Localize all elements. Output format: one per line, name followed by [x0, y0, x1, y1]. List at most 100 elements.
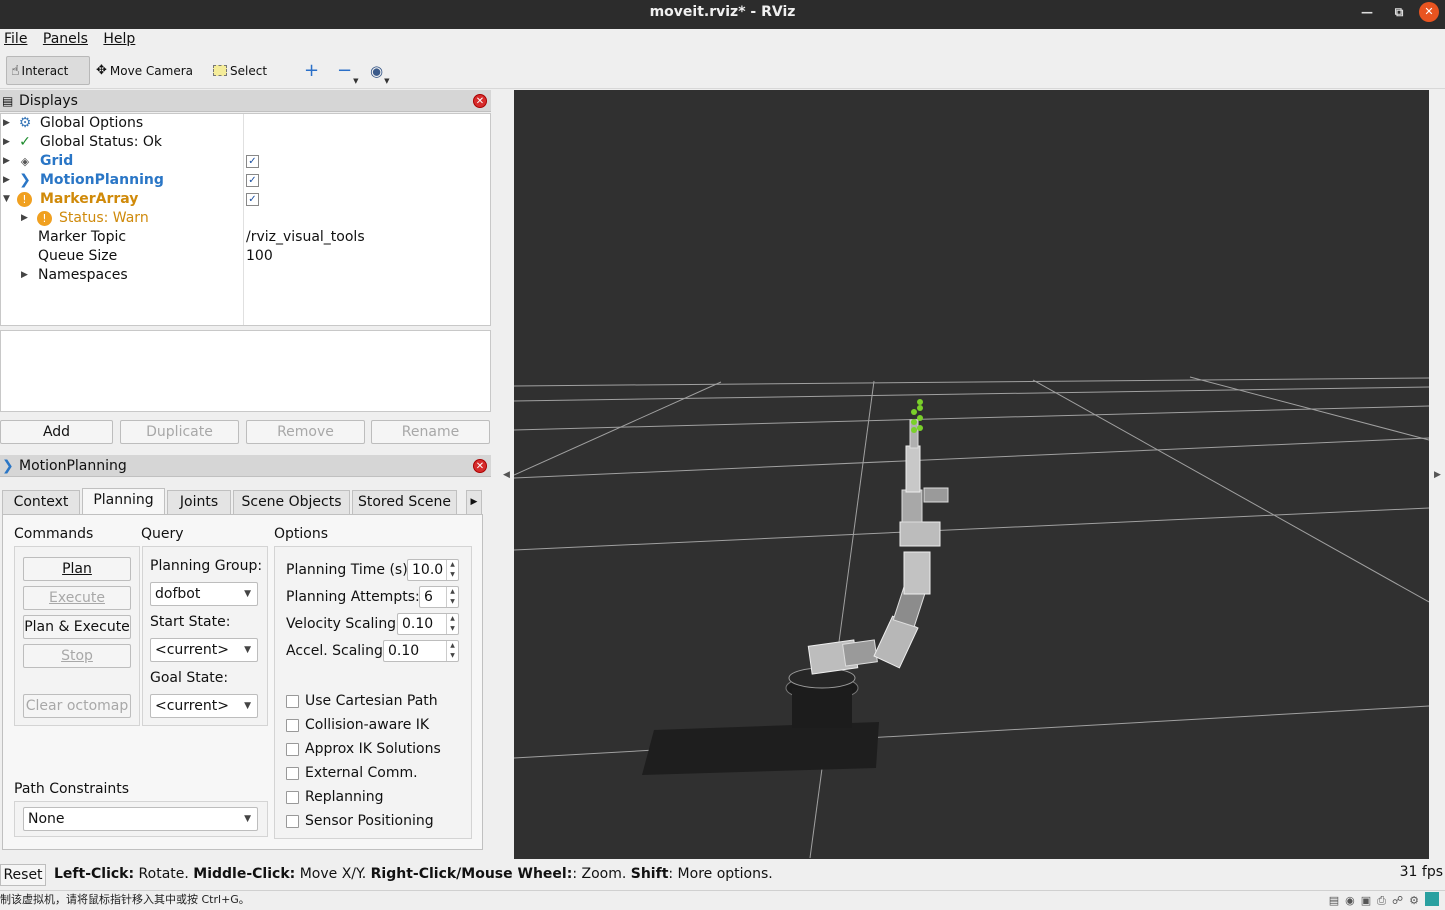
collapse-right-icon[interactable]: ▶	[1434, 470, 1441, 480]
warning-icon: !	[17, 192, 32, 207]
replanning-checkbox[interactable]: Replanning	[286, 789, 383, 805]
tab-context[interactable]: Context	[2, 490, 80, 514]
tree-row-markerarray[interactable]: ▼ ! MarkerArray ✓	[1, 190, 490, 209]
displays-title: Displays	[19, 93, 78, 109]
clear-octomap-button[interactable]: Clear octomap	[23, 694, 131, 718]
plan-execute-button[interactable]: Plan & Execute	[23, 615, 131, 639]
sensor-positioning-checkbox[interactable]: Sensor Positioning	[286, 813, 434, 829]
accel-scaling-input[interactable]: 0.10 ▲ ▼	[383, 640, 459, 662]
menubar: File Panels Help	[0, 29, 1445, 51]
spin-arrows-icon[interactable]: ▲ ▼	[446, 641, 458, 661]
expand-arrow-icon[interactable]: ▶	[3, 171, 10, 190]
planning-time-input[interactable]: 10.0 ▲ ▼	[407, 559, 459, 581]
tab-scroll-right-icon[interactable]: ▶	[466, 490, 482, 514]
expand-arrow-icon[interactable]: ▶	[3, 133, 10, 152]
approx-ik-solutions-checkbox[interactable]: Approx IK Solutions	[286, 741, 441, 757]
close-icon[interactable]: ✕	[1419, 2, 1439, 22]
tab-planning[interactable]: Planning	[82, 488, 165, 515]
fps-counter: 31 fps	[1399, 864, 1443, 880]
vm-hint-bar: 制该虚拟机，请将鼠标指针移入其中或按 Ctrl+G。 ▤ ◉ ▣ ⎙ ☍ ⚙	[0, 890, 1445, 909]
collapse-arrow-icon[interactable]: ▼	[3, 190, 10, 209]
menu-file[interactable]: File	[0, 29, 34, 47]
displays-panel-header: ▤ Displays ✕	[0, 90, 491, 112]
planning-attempts-label: Planning Attempts:	[286, 589, 420, 605]
close-icon[interactable]: ✕	[473, 459, 487, 473]
expand-arrow-icon[interactable]: ▶	[21, 209, 28, 228]
path-constraints-select[interactable]: None ▼	[23, 807, 258, 831]
plan-button[interactable]: Plan	[23, 557, 131, 581]
grid-enabled-checkbox[interactable]: ✓	[246, 155, 259, 168]
monitor-icon: ▤	[2, 94, 14, 108]
tab-scene-objects[interactable]: Scene Objects	[233, 490, 350, 514]
tree-row-namespaces[interactable]: ▶ Namespaces	[1, 266, 490, 285]
rename-button[interactable]: Rename	[371, 420, 490, 444]
select-icon	[213, 65, 227, 76]
duplicate-button[interactable]: Duplicate	[120, 420, 239, 444]
vm-hint-text: 制该虚拟机，请将鼠标指针移入其中或按 Ctrl+G。	[0, 893, 250, 906]
hdd-icon[interactable]: ▤	[1329, 892, 1339, 910]
close-icon[interactable]: ✕	[473, 94, 487, 108]
render-viewport[interactable]	[513, 90, 1430, 859]
add-tool-button[interactable]: +	[300, 56, 323, 85]
motionplanning-enabled-checkbox[interactable]: ✓	[246, 174, 259, 187]
usb-icon[interactable]: ☍	[1392, 892, 1403, 910]
tree-row-marker-topic[interactable]: Marker Topic /rviz_visual_tools	[1, 228, 490, 247]
planning-attempts-input[interactable]: 6 ▲ ▼	[419, 586, 459, 608]
minimize-icon[interactable]: —	[1351, 0, 1383, 24]
select-tool[interactable]: Select	[209, 56, 271, 85]
stop-button[interactable]: Stop	[23, 644, 131, 668]
execute-button[interactable]: Execute	[23, 586, 131, 610]
menu-help[interactable]: Help	[99, 29, 142, 47]
tree-row-motionplanning[interactable]: ▶ ❯ MotionPlanning ✓	[1, 171, 490, 190]
tab-stored-scene[interactable]: Stored Scene	[352, 490, 457, 514]
tree-row-status-warn[interactable]: ▶ ! Status: Warn	[1, 209, 490, 228]
interact-tool[interactable]: ☝ Interact	[6, 56, 90, 85]
grid-icon: ◈	[20, 155, 30, 168]
external-comm-checkbox[interactable]: External Comm.	[286, 765, 418, 781]
add-button[interactable]: Add	[0, 420, 113, 444]
markerarray-enabled-checkbox[interactable]: ✓	[246, 193, 259, 206]
printer-icon[interactable]: ⎙	[1377, 892, 1386, 910]
spin-arrows-icon[interactable]: ▲ ▼	[446, 587, 458, 607]
chevron-down-icon: ▼	[244, 589, 251, 599]
tree-row-grid[interactable]: ▶ ◈ Grid ✓	[1, 152, 490, 171]
settings-icon[interactable]: ⚙	[1409, 892, 1419, 910]
velocity-scaling-input[interactable]: 0.10 ▲ ▼	[397, 613, 459, 635]
collision-aware-ik-checkbox[interactable]: Collision-aware IK	[286, 717, 429, 733]
use-cartesian-path-checkbox[interactable]: Use Cartesian Path	[286, 693, 438, 709]
start-state-select[interactable]: <current> ▼	[150, 638, 258, 662]
status-bar: Reset Left-Click: Rotate. Middle-Click: …	[0, 862, 1445, 888]
maximize-icon[interactable]: ⧉	[1383, 0, 1415, 24]
queue-size-value[interactable]: 100	[246, 247, 273, 266]
remove-tool-button[interactable]: − ▼	[333, 56, 362, 85]
collapse-left-icon[interactable]: ◀	[503, 470, 510, 480]
expand-arrow-icon[interactable]: ▶	[3, 114, 10, 133]
spin-arrows-icon[interactable]: ▲ ▼	[446, 560, 458, 580]
spin-arrows-icon[interactable]: ▲ ▼	[446, 614, 458, 634]
tab-joints[interactable]: Joints	[167, 490, 231, 514]
planning-group-select[interactable]: dofbot ▼	[150, 582, 258, 606]
motionplanning-icon: ❯	[2, 458, 14, 474]
tree-row-queue-size[interactable]: Queue Size 100	[1, 247, 490, 266]
view-eye-icon[interactable]: ◉ ▼	[366, 56, 393, 86]
cd-icon[interactable]: ◉	[1345, 892, 1355, 910]
warning-icon: !	[37, 211, 52, 226]
motionplanning-panel-header: ❯ MotionPlanning ✕	[0, 455, 491, 477]
reset-button[interactable]: Reset	[0, 864, 46, 886]
move-camera-tool[interactable]: ✥ Move Camera	[92, 56, 197, 85]
expand-arrow-icon[interactable]: ▶	[3, 152, 10, 171]
tree-row-global-options[interactable]: ▶ ⚙ Global Options	[1, 114, 490, 133]
commands-label: Commands	[14, 526, 94, 542]
marker-topic-value[interactable]: /rviz_visual_tools	[246, 228, 365, 247]
menu-panels[interactable]: Panels	[39, 29, 95, 47]
camera-move-icon: ✥	[96, 63, 107, 78]
remove-button[interactable]: Remove	[246, 420, 365, 444]
vm-status-icon[interactable]	[1425, 892, 1439, 906]
start-state-label: Start State:	[150, 614, 231, 630]
network-icon[interactable]: ▣	[1361, 892, 1371, 910]
tree-row-global-status[interactable]: ▶ ✓ Global Status: Ok	[1, 133, 490, 152]
robot-arm[interactable]	[642, 399, 949, 775]
expand-arrow-icon[interactable]: ▶	[21, 266, 28, 285]
gear-icon: ⚙	[18, 115, 32, 131]
goal-state-select[interactable]: <current> ▼	[150, 694, 258, 718]
